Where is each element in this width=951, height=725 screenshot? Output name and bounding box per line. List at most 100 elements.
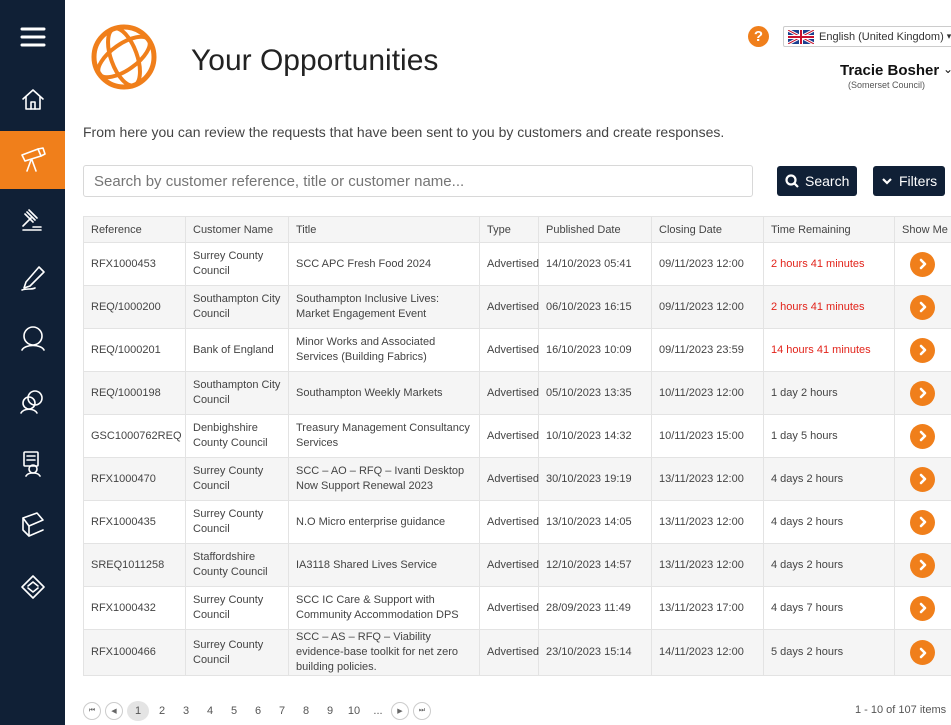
cell-remaining: 2 hours 41 minutes — [763, 285, 895, 329]
page-number-button[interactable]: 2 — [151, 701, 173, 721]
cell-title: Minor Works and Associated Services (Bui… — [288, 328, 480, 372]
company-logo — [91, 24, 157, 90]
help-icon[interactable]: ? — [748, 26, 769, 47]
page-number-button[interactable]: 3 — [175, 701, 197, 721]
cell-remaining: 4 days 2 hours — [763, 500, 895, 544]
page-number-button[interactable]: 9 — [319, 701, 341, 721]
cell-show-me — [894, 242, 951, 286]
view-opportunity-button[interactable] — [910, 595, 935, 621]
cell-reference: SREQ1011258 — [83, 543, 186, 587]
chevron-down-icon — [882, 178, 892, 185]
cell-reference: RFX1000432 — [83, 586, 186, 630]
cell-reference: REQ/1000200 — [83, 285, 186, 329]
chevron-right-icon — [919, 516, 926, 528]
cell-reference: GSC1000762REQ — [83, 414, 186, 458]
column-header[interactable]: Time Remaining — [763, 216, 895, 243]
search-input[interactable] — [83, 165, 753, 197]
people-icon — [19, 390, 43, 414]
cell-title: IA3118 Shared Lives Service — [288, 543, 480, 587]
cell-show-me — [894, 629, 951, 676]
page-number-button[interactable]: 6 — [247, 701, 269, 721]
page-number-button[interactable]: 5 — [223, 701, 245, 721]
page-title: Your Opportunities — [191, 44, 439, 77]
view-opportunity-button[interactable] — [910, 552, 935, 578]
menu-button[interactable] — [0, 8, 65, 66]
cell-show-me — [894, 586, 951, 630]
view-opportunity-button[interactable] — [910, 294, 935, 320]
sidebar-item-auctions[interactable] — [0, 191, 65, 249]
cell-remaining: 1 day 2 hours — [763, 371, 895, 415]
sidebar-item-home[interactable] — [0, 70, 65, 128]
cell-remaining: 1 day 5 hours — [763, 414, 895, 458]
sidebar-item-opportunities[interactable] — [0, 131, 65, 189]
page-number-button[interactable]: 7 — [271, 701, 293, 721]
cell-title: SCC IC Care & Support with Community Acc… — [288, 586, 480, 630]
user-menu-chevron-icon[interactable]: ⌄ — [943, 62, 951, 76]
view-opportunity-button[interactable] — [910, 251, 935, 277]
first-page-button[interactable]: ⏮ — [83, 702, 101, 720]
view-opportunity-button[interactable] — [910, 466, 935, 492]
last-page-button[interactable]: ⏭ — [413, 702, 431, 720]
page-number-button[interactable]: 4 — [199, 701, 221, 721]
view-opportunity-button[interactable] — [910, 423, 935, 449]
cell-reference: RFX1000470 — [83, 457, 186, 501]
cell-reference: RFX1000453 — [83, 242, 186, 286]
language-label: English (United Kingdom) — [819, 30, 944, 43]
sidebar-nav — [0, 0, 65, 725]
sidebar-item-contacts[interactable] — [0, 373, 65, 431]
cell-published: 06/10/2023 16:15 — [538, 285, 652, 329]
view-opportunity-button[interactable] — [910, 509, 935, 535]
next-page-button[interactable]: ▶ — [391, 702, 409, 720]
search-button-label: Search — [805, 173, 850, 189]
column-header[interactable]: Customer Name — [185, 216, 289, 243]
cell-title: SCC – AS – RFQ – Viability evidence-base… — [288, 629, 480, 676]
sidebar-item-library[interactable] — [0, 495, 65, 553]
page-number-button[interactable]: 1 — [127, 701, 149, 721]
search-icon — [785, 174, 799, 188]
column-header[interactable]: Show Me — [894, 216, 951, 243]
column-header[interactable]: Closing Date — [651, 216, 764, 243]
table-row: SREQ1011258 Staffordshire County Council I… — [83, 543, 951, 587]
cell-published: 30/10/2023 19:19 — [538, 457, 652, 501]
cell-published: 13/10/2023 14:05 — [538, 500, 652, 544]
cell-type: Advertised — [479, 328, 539, 372]
cell-title: SCC APC Fresh Food 2024 — [288, 242, 480, 286]
view-opportunity-button[interactable] — [910, 337, 935, 363]
sidebar-item-partners[interactable] — [0, 558, 65, 616]
search-button[interactable]: Search — [777, 166, 858, 196]
table-row: REQ/1000198 Southampton City Council South… — [83, 371, 951, 415]
cell-show-me — [894, 500, 951, 544]
sidebar-item-contracts[interactable] — [0, 249, 65, 307]
cell-published: 10/10/2023 14:32 — [538, 414, 652, 458]
previous-page-button[interactable]: ◀ — [105, 702, 123, 720]
chevron-right-icon — [919, 559, 926, 571]
column-header[interactable]: Type — [479, 216, 539, 243]
cell-title: N.O Micro enterprise guidance — [288, 500, 480, 544]
cell-type: Advertised — [479, 457, 539, 501]
column-header[interactable]: Published Date — [538, 216, 652, 243]
cell-title: SCC – AO – RFQ – Ivanti Desktop Now Supp… — [288, 457, 480, 501]
column-header[interactable]: Reference — [83, 216, 186, 243]
cell-published: 05/10/2023 13:35 — [538, 371, 652, 415]
user-name[interactable]: Tracie Bosher — [840, 62, 939, 79]
language-select[interactable]: English (United Kingdom) ▾ — [783, 26, 951, 47]
pagination: ⏮ ◀ 1 2 3 4 5 6 7 8 9 10... ▶ ⏭ — [83, 700, 435, 722]
cell-customer: Surrey County Council — [185, 242, 289, 286]
page-number-button[interactable]: 10 — [343, 701, 365, 721]
user-organisation: (Somerset Council) — [848, 80, 926, 90]
sidebar-item-agreements[interactable] — [0, 434, 65, 492]
cell-customer: Denbighshire County Council — [185, 414, 289, 458]
column-header[interactable]: Title — [288, 216, 480, 243]
page-number-button[interactable]: ... — [367, 701, 389, 721]
filters-button[interactable]: Filters — [873, 166, 946, 196]
page-number-button[interactable]: 8 — [295, 701, 317, 721]
sidebar-item-profile[interactable] — [0, 309, 65, 367]
cell-closing: 14/11/2023 12:00 — [651, 629, 764, 676]
cell-reference: REQ/1000201 — [83, 328, 186, 372]
cell-customer: Bank of England — [185, 328, 289, 372]
view-opportunity-button[interactable] — [910, 640, 935, 665]
table-row: RFX1000432 Surrey County Council SCC IC Ca… — [83, 586, 951, 630]
home-icon — [21, 89, 44, 110]
person-icon — [20, 326, 45, 351]
view-opportunity-button[interactable] — [910, 380, 935, 406]
